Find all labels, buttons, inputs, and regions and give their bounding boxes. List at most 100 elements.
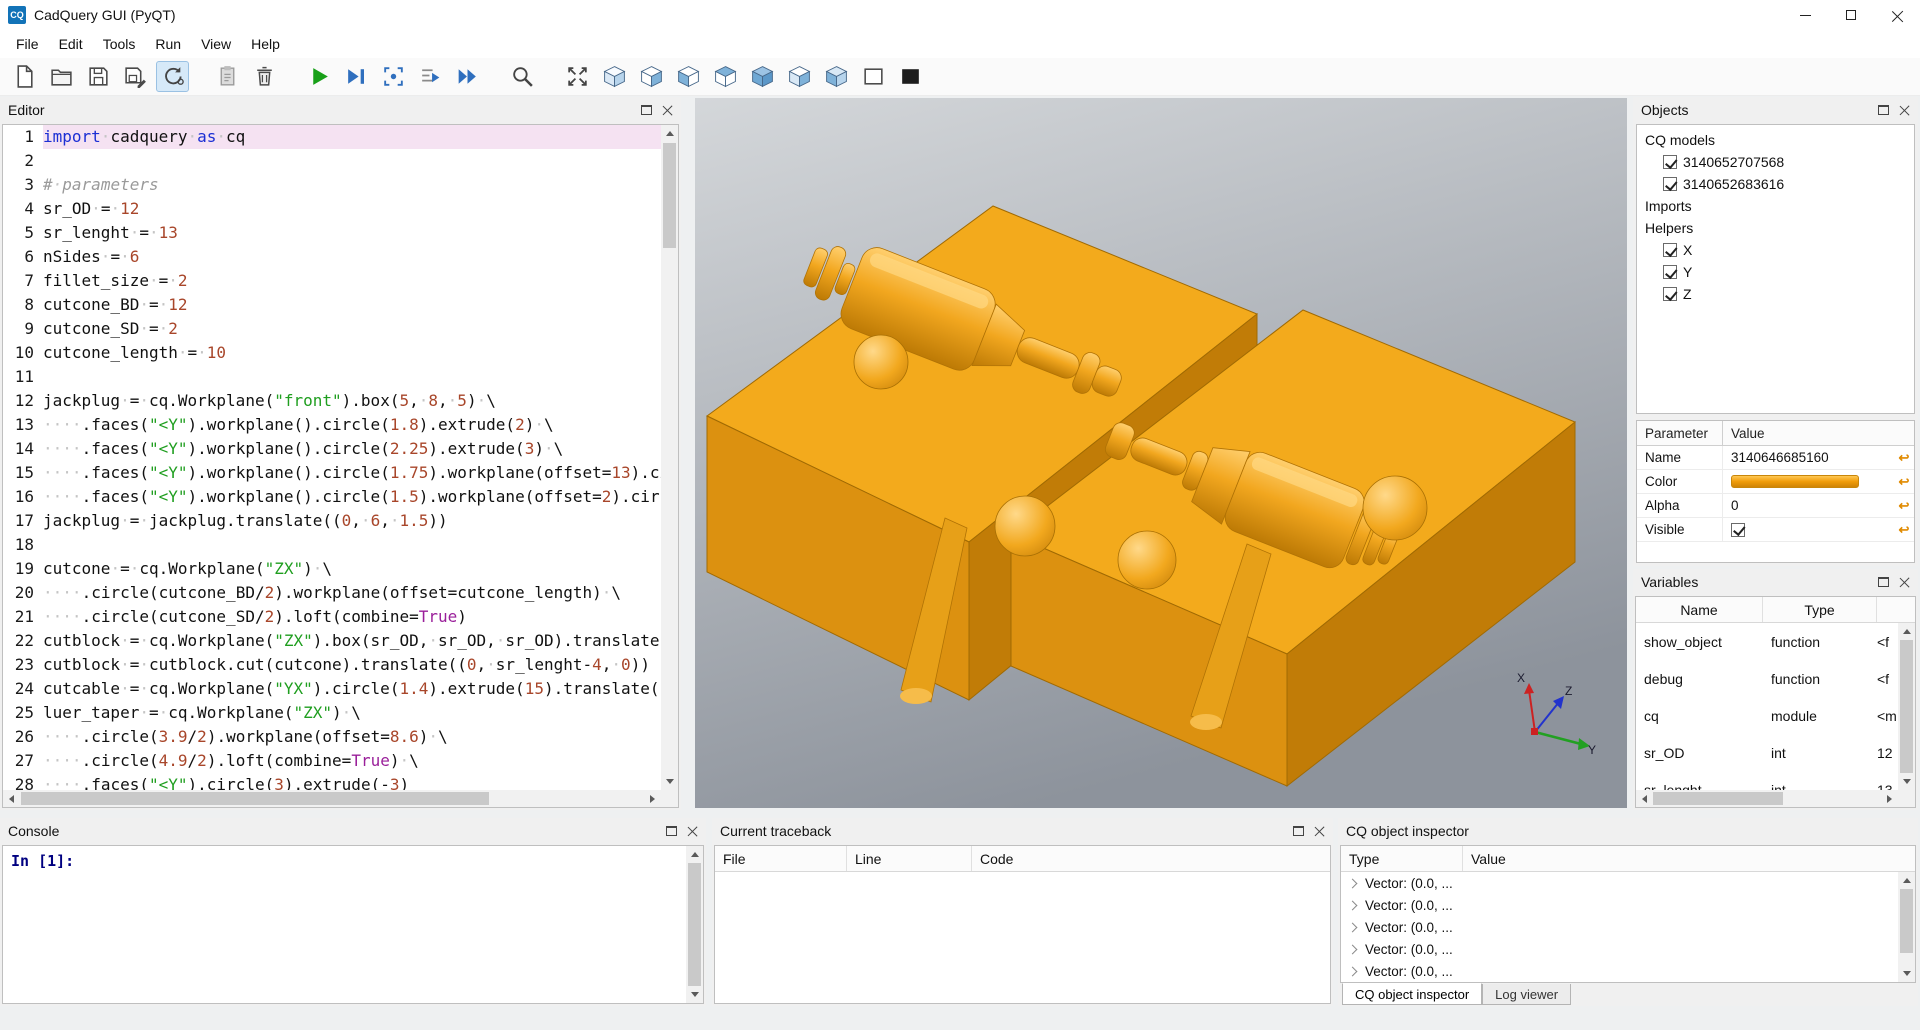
- inspector-panel-titlebar[interactable]: CQ object inspector: [1338, 818, 1918, 843]
- menu-item-edit[interactable]: Edit: [49, 32, 93, 56]
- property-value[interactable]: 0: [1723, 498, 1894, 513]
- float-panel-icon[interactable]: [666, 826, 677, 836]
- code-line-1[interactable]: 1import·cadquery·as·cq: [3, 125, 661, 149]
- tree-item-y[interactable]: Y: [1637, 261, 1914, 283]
- variables-horizontal-scrollbar[interactable]: [1636, 790, 1898, 807]
- checkbox[interactable]: [1663, 265, 1677, 279]
- code-line-13[interactable]: 13····.faces("<Y").workplane().circle(1.…: [3, 413, 661, 437]
- float-panel-icon[interactable]: [1878, 577, 1889, 587]
- inspector-row-2[interactable]: Vector: (0.0, ...: [1341, 894, 1898, 916]
- menu-item-run[interactable]: Run: [145, 32, 191, 56]
- console-vertical-scrollbar[interactable]: [686, 846, 703, 1003]
- code-line-9[interactable]: 9cutcone_SD·=·2: [3, 317, 661, 341]
- reload-button[interactable]: [156, 61, 189, 92]
- code-line-15[interactable]: 15····.faces("<Y").workplane().circle(1.…: [3, 461, 661, 485]
- editor-horizontal-scrollbar[interactable]: [3, 790, 661, 807]
- code-line-12[interactable]: 12jackplug·=·cq.Workplane("front").box(5…: [3, 389, 661, 413]
- scroll-down-button[interactable]: [1898, 965, 1915, 982]
- menu-item-view[interactable]: View: [191, 32, 241, 56]
- shaded-view-button[interactable]: [894, 61, 927, 92]
- code-line-3[interactable]: 3#·parameters: [3, 173, 661, 197]
- variables-panel-titlebar[interactable]: Variables: [1633, 569, 1918, 594]
- property-value[interactable]: 3140646685160: [1723, 450, 1894, 465]
- code-line-16[interactable]: 16····.faces("<Y").workplane().circle(1.…: [3, 485, 661, 509]
- inspector-row-4[interactable]: Vector: (0.0, ...: [1341, 938, 1898, 960]
- inspector-row-1[interactable]: Vector: (0.0, ...: [1341, 872, 1898, 894]
- tab-cq-object-inspector[interactable]: CQ object inspector: [1342, 983, 1482, 1005]
- type-column-header[interactable]: Type: [1763, 597, 1877, 622]
- color-swatch[interactable]: [1731, 475, 1859, 488]
- code-line-8[interactable]: 8cutcone_BD·=·12: [3, 293, 661, 317]
- save-button[interactable]: [82, 61, 115, 92]
- value-column-header[interactable]: Value: [1723, 421, 1914, 445]
- scroll-left-button[interactable]: [3, 790, 20, 807]
- code-line-25[interactable]: 25luer_taper·=·cq.Workplane("ZX")·\: [3, 701, 661, 725]
- scroll-down-button[interactable]: [686, 986, 703, 1003]
- reset-icon[interactable]: [1894, 522, 1914, 538]
- scroll-down-button[interactable]: [1898, 773, 1915, 790]
- reset-icon[interactable]: [1894, 450, 1914, 466]
- maximize-button[interactable]: [1828, 0, 1874, 30]
- view-iso-button[interactable]: [598, 61, 631, 92]
- property-value[interactable]: [1723, 475, 1894, 488]
- scroll-up-button[interactable]: [1898, 623, 1915, 640]
- code-line-20[interactable]: 20····.circle(cutcone_BD/2).workplane(of…: [3, 581, 661, 605]
- view-right-button[interactable]: [635, 61, 668, 92]
- scrollbar-thumb[interactable]: [1653, 792, 1783, 805]
- variables-header[interactable]: Name Type: [1636, 597, 1915, 623]
- scroll-left-button[interactable]: [1636, 790, 1653, 807]
- scroll-up-button[interactable]: [686, 846, 703, 863]
- menu-item-file[interactable]: File: [6, 32, 49, 56]
- line-column-header[interactable]: Line: [847, 846, 972, 871]
- close-panel-icon[interactable]: [687, 825, 698, 836]
- checkbox[interactable]: [1663, 155, 1677, 169]
- expand-icon[interactable]: [1348, 878, 1358, 888]
- reset-icon[interactable]: [1894, 498, 1914, 514]
- float-panel-icon[interactable]: [641, 105, 652, 115]
- view-front-button[interactable]: [709, 61, 742, 92]
- parameter-column-header[interactable]: Parameter: [1637, 421, 1723, 445]
- ortho-view-button[interactable]: [857, 61, 890, 92]
- expand-icon[interactable]: [1348, 944, 1358, 954]
- tree-item-3140652683616[interactable]: 3140652683616: [1637, 173, 1914, 195]
- inspector-header[interactable]: Type Value: [1341, 846, 1915, 872]
- expand-icon[interactable]: [1348, 966, 1358, 976]
- checkbox[interactable]: [1663, 177, 1677, 191]
- code-line-18[interactable]: 18: [3, 533, 661, 557]
- code-line-6[interactable]: 6nSides·=·6: [3, 245, 661, 269]
- inspector-row-3[interactable]: Vector: (0.0, ...: [1341, 916, 1898, 938]
- code-line-19[interactable]: 19cutcone·=·cq.Workplane("ZX")·\: [3, 557, 661, 581]
- expand-icon[interactable]: [1348, 900, 1358, 910]
- close-panel-icon[interactable]: [1899, 104, 1910, 115]
- view-left-button[interactable]: [672, 61, 705, 92]
- variable-row-debug[interactable]: debugfunction<f: [1636, 660, 1898, 697]
- delete-button[interactable]: [248, 61, 281, 92]
- code-line-23[interactable]: 23cutblock·=·cutblock.cut(cutcone).trans…: [3, 653, 661, 677]
- close-panel-icon[interactable]: [662, 104, 673, 115]
- zoom-button[interactable]: [506, 61, 539, 92]
- name-column-header[interactable]: Name: [1636, 597, 1763, 622]
- 3d-viewport[interactable]: X Y Z: [695, 98, 1627, 808]
- tab-log-viewer[interactable]: Log viewer: [1482, 984, 1571, 1005]
- code-line-11[interactable]: 11: [3, 365, 661, 389]
- variables-vertical-scrollbar[interactable]: [1898, 623, 1915, 790]
- scrollbar-thumb[interactable]: [1900, 640, 1913, 773]
- code-line-24[interactable]: 24cutcable·=·cq.Workplane("YX").circle(1…: [3, 677, 661, 701]
- code-editor[interactable]: 1import·cadquery·as·cq23#·parameters4sr_…: [2, 124, 679, 808]
- minimize-button[interactable]: [1782, 0, 1828, 30]
- code-line-21[interactable]: 21····.circle(cutcone_SD/2).loft(combine…: [3, 605, 661, 629]
- continue-button[interactable]: [451, 61, 484, 92]
- code-line-14[interactable]: 14····.faces("<Y").workplane().circle(2.…: [3, 437, 661, 461]
- step-button[interactable]: [414, 61, 447, 92]
- traceback-header[interactable]: File Line Code: [715, 846, 1330, 872]
- scroll-up-button[interactable]: [661, 125, 678, 142]
- fit-view-button[interactable]: [561, 61, 594, 92]
- code-line-22[interactable]: 22cutblock·=·cq.Workplane("ZX").box(sr_O…: [3, 629, 661, 653]
- menu-item-tools[interactable]: Tools: [93, 32, 146, 56]
- console-panel-titlebar[interactable]: Console: [0, 818, 706, 843]
- code-line-7[interactable]: 7fillet_size·=·2: [3, 269, 661, 293]
- code-line-10[interactable]: 10cutcone_length·=·10: [3, 341, 661, 365]
- code-line-4[interactable]: 4sr_OD·=·12: [3, 197, 661, 221]
- expand-icon[interactable]: [1348, 922, 1358, 932]
- variable-row-cq[interactable]: cqmodule<m: [1636, 697, 1898, 734]
